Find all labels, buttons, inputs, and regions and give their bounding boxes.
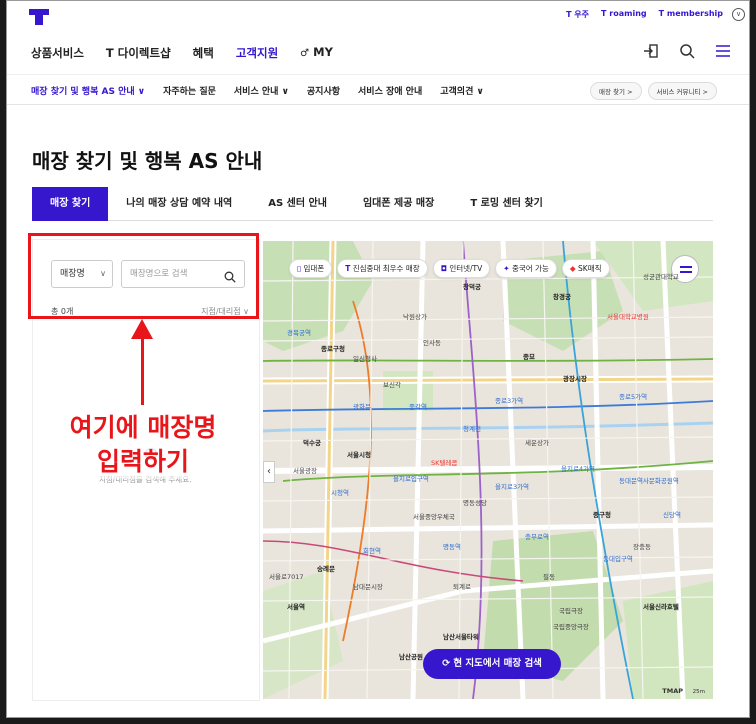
- map-label: 종로3가역: [495, 397, 524, 405]
- map-label: 인사동: [423, 339, 441, 347]
- tmap-logo: TMAP: [662, 687, 683, 695]
- map-label: 동대입구역: [603, 555, 633, 563]
- map-label: 을지로입구역: [393, 475, 429, 483]
- tab-store-find[interactable]: 매장 찾기: [32, 187, 109, 221]
- map-label: 창경궁: [553, 293, 571, 301]
- snb-item-faq[interactable]: 자주하는 질문: [163, 84, 216, 97]
- global-nav: 상품서비스 T 다이렉트샵 혜택 고객지원 ♂ MY: [7, 29, 749, 75]
- map-label: 남산공원: [399, 653, 423, 661]
- map-label: 국립중앙극장: [553, 623, 589, 631]
- gnb-item-benefits[interactable]: 혜택: [193, 45, 214, 61]
- refresh-icon: ⟳: [442, 658, 451, 669]
- gnb-item-my[interactable]: ♂ MY: [300, 45, 333, 61]
- annotation-text: 여기에 매장명 입력하기: [43, 411, 243, 479]
- map-label: 서울중앙우체국: [413, 513, 455, 521]
- map-label: 동대문역사문화공원역: [619, 477, 679, 485]
- map-label: 남대문시장: [353, 583, 383, 591]
- map-label: 중구청: [593, 511, 611, 519]
- map-label: 광화문: [353, 403, 371, 411]
- map-scale: 25m: [692, 689, 705, 695]
- map-label: 서울역: [287, 603, 305, 611]
- gnb-item-support[interactable]: 고객지원: [236, 45, 278, 61]
- t-logo-icon[interactable]: [29, 1, 49, 25]
- util-link-universe[interactable]: T 우주: [566, 9, 589, 20]
- search-icon[interactable]: [679, 43, 695, 59]
- map-label: 종묘: [523, 353, 535, 361]
- map-collapse-arrow[interactable]: ‹: [263, 461, 275, 483]
- tab-as-center[interactable]: AS 센터 안내: [250, 187, 345, 221]
- pill-service-community[interactable]: 서비스 커뮤니티 >: [647, 82, 717, 100]
- tab-roaming-center[interactable]: T 로밍 센터 찾기: [452, 187, 560, 221]
- map-label: 남산서울타워: [443, 633, 479, 641]
- map-label: 숭례문: [317, 565, 335, 573]
- map-label: 서울신라호텔: [643, 603, 679, 611]
- map-label: 덕수궁: [303, 439, 321, 447]
- annotation-arrow-shaft: [141, 335, 144, 405]
- snb-item-service-guide[interactable]: 서비스 안내 ∨: [234, 84, 289, 97]
- map-label: 서울대학교병원: [607, 313, 649, 321]
- gnb-item-products[interactable]: 상품서비스: [31, 45, 84, 61]
- chip-rental-phone[interactable]: ▯ 임대폰: [289, 259, 333, 278]
- chip-internet-tv[interactable]: ◘ 인터넷/TV: [432, 259, 491, 278]
- login-icon[interactable]: [643, 43, 659, 59]
- map-label: 회현역: [363, 547, 381, 555]
- map-label: 창덕궁: [463, 283, 481, 291]
- map-background: [263, 241, 713, 699]
- chevron-down-icon[interactable]: ∨: [732, 8, 745, 21]
- map-label: 광장시장: [563, 375, 587, 383]
- map-label: 종로5가역: [619, 393, 648, 401]
- map-label: 서울시청: [347, 451, 371, 459]
- map-label: 일신청사: [353, 355, 377, 363]
- gnb-item-direct-shop[interactable]: T 다이렉트샵: [106, 45, 171, 61]
- map-label: 퇴계로: [453, 583, 471, 591]
- map-label: 성균관대학교: [643, 273, 679, 281]
- search-current-map-button[interactable]: ⟳ 현 지도에서 매장 검색: [423, 649, 561, 679]
- tab-bar: 매장 찾기 나의 매장 상담 예약 내역 AS 센터 안내 임대폰 제공 매장 …: [32, 187, 713, 221]
- tab-rental-phone[interactable]: 임대폰 제공 매장: [345, 187, 452, 221]
- map-label: 청계천: [463, 425, 481, 433]
- utility-links: T 우주 T roaming T membership: [566, 9, 723, 20]
- store-map[interactable]: ▯ 임대폰 T 진심중대 최우수 매장 ◘ 인터넷/TV ✦ 중국어 가능 ◆ …: [263, 241, 713, 699]
- map-label: 세운상가: [525, 439, 549, 447]
- snb-item-store-find[interactable]: 매장 찾기 및 행복 AS 안내 ∨: [31, 84, 145, 97]
- map-label: 경복궁역: [287, 329, 311, 337]
- map-label: 충무로역: [525, 533, 549, 541]
- browser-frame: T 우주 T roaming T membership ∨ 상품서비스 T 다이…: [6, 0, 750, 718]
- chip-sk-magic[interactable]: ◆ SK매직: [561, 259, 610, 278]
- utility-bar: T 우주 T roaming T membership ∨: [7, 1, 749, 29]
- map-label: 장충동: [633, 543, 651, 551]
- pill-store-find[interactable]: 매장 찾기 >: [590, 82, 642, 100]
- chip-best-store[interactable]: T 진심중대 최우수 매장: [337, 259, 428, 278]
- util-link-roaming[interactable]: T roaming: [601, 9, 647, 20]
- map-label: 보신각: [383, 381, 401, 389]
- map-label: 낙원상가: [403, 313, 427, 321]
- map-label: 을지로4가역: [561, 465, 596, 473]
- user-icon: ♂: [300, 48, 310, 59]
- snb-item-notice[interactable]: 공지사항: [307, 84, 340, 97]
- map-filter-chips: ▯ 임대폰 T 진심중대 최우수 매장 ◘ 인터넷/TV ✦ 중국어 가능 ◆ …: [289, 259, 610, 278]
- annotation-highlight-box: [28, 233, 259, 319]
- tab-my-reservations[interactable]: 나의 매장 상담 예약 내역: [108, 187, 250, 221]
- snb-item-feedback[interactable]: 고객의견 ∨: [440, 84, 484, 97]
- map-label: 필동: [543, 573, 555, 581]
- hamburger-menu-icon[interactable]: [715, 43, 731, 59]
- map-label: SK텔레콤: [431, 459, 458, 467]
- map-label: 서울로7017: [269, 573, 304, 581]
- chip-chinese[interactable]: ✦ 중국어 가능: [495, 259, 557, 278]
- snb-item-outage[interactable]: 서비스 장애 안내: [358, 84, 422, 97]
- map-label: 명동역: [443, 543, 461, 551]
- util-link-membership[interactable]: T membership: [659, 9, 723, 20]
- page-title: 매장 찾기 및 행복 AS 안내: [32, 149, 263, 173]
- map-label: 종로구청: [321, 345, 345, 353]
- map-label: 서울광장: [293, 467, 317, 475]
- map-label: 국립극장: [559, 607, 583, 615]
- sub-nav: 매장 찾기 및 행복 AS 안내 ∨ 자주하는 질문 서비스 안내 ∨ 공지사항…: [7, 75, 749, 105]
- map-label: 명동성당: [463, 499, 487, 507]
- map-label: 종각역: [409, 403, 427, 411]
- map-label: 시청역: [331, 489, 349, 497]
- map-label: 을지로3가역: [495, 483, 530, 491]
- map-label: 신당역: [663, 511, 681, 519]
